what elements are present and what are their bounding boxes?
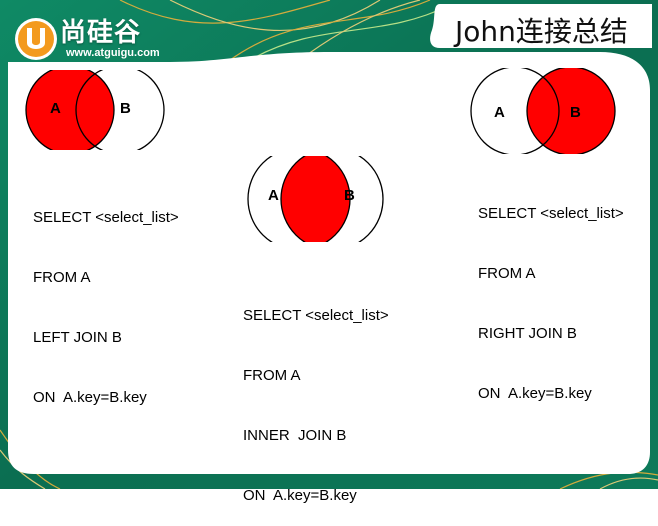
right-join-sql-line: RIGHT JOIN B [478,325,577,342]
inner-join-intersection [281,156,350,242]
logo-icon [15,18,57,60]
inner-join-sql-line: INNER JOIN B [243,427,347,444]
inner-join-sql-line: FROM A [243,367,301,384]
right-join-venn: A B [470,68,616,154]
inner-join-sql: SELECT <select_list> FROM A INNER JOIN B… [243,266,389,526]
left-join-sql-line: SELECT <select_list> [33,209,179,226]
left-join-label-a: A [50,100,61,117]
left-join-venn: A B [25,70,165,150]
right-join-label-a: A [494,104,505,121]
right-join-sql-line: FROM A [478,265,536,282]
inner-join-venn: A B [247,156,384,242]
inner-join-label-b: B [344,187,355,204]
left-join-label-b: B [120,100,131,117]
right-join-sql: SELECT <select_list> FROM A RIGHT JOIN B… [478,164,624,424]
inner-join-label-a: A [268,187,279,204]
right-join-sql-line: SELECT <select_list> [478,205,624,222]
left-join-sql-line: FROM A [33,269,91,286]
left-join-sql: SELECT <select_list> FROM A LEFT JOIN B … [33,168,179,428]
right-join-label-b: B [570,104,581,121]
right-join-sql-line: ON A.key=B.key [478,385,592,402]
left-join-circle-a [25,70,115,150]
brand-name: 尚硅谷 [60,18,142,48]
left-join-sql-line: LEFT JOIN B [33,329,122,346]
left-join-sql-line: ON A.key=B.key [33,389,147,406]
inner-join-sql-line: SELECT <select_list> [243,307,389,324]
inner-join-sql-line: ON A.key=B.key [243,487,357,504]
brand-url: www.atguigu.com [66,47,160,59]
slide-title: John连接总结 [455,15,628,48]
